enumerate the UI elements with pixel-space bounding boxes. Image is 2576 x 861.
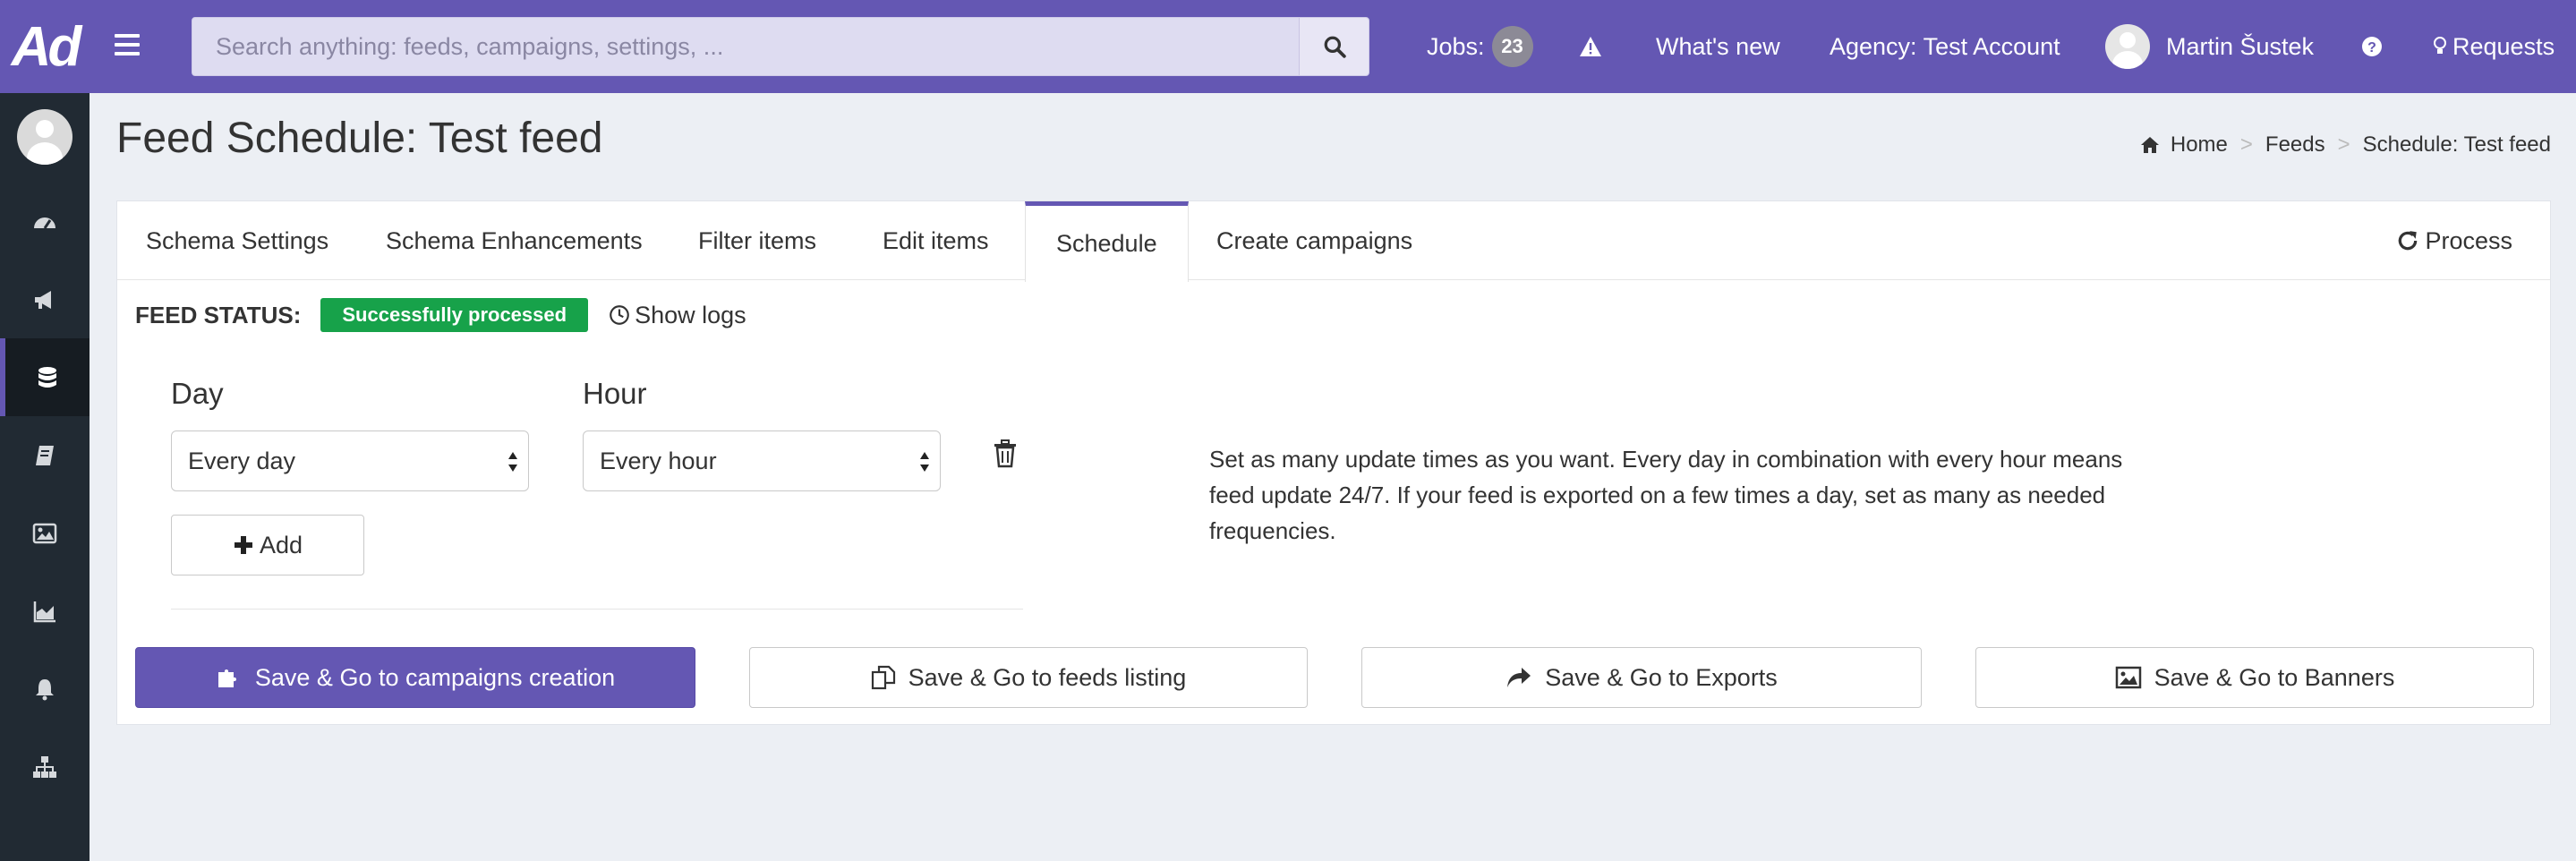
home-icon xyxy=(2140,137,2159,153)
search-button[interactable] xyxy=(1299,18,1369,75)
breadcrumb: Home > Feeds > Schedule: Test feed xyxy=(2140,132,2551,158)
feed-tabs: Schema Settings Schema Enhancements Filt… xyxy=(117,201,2550,282)
lightbulb-icon xyxy=(2434,37,2446,54)
tab-create-campaigns[interactable]: Create campaigns xyxy=(1216,201,1412,280)
breadcrumb-home[interactable]: Home xyxy=(2171,132,2228,158)
select-arrows-icon xyxy=(508,452,517,472)
sidebar-item-banners[interactable] xyxy=(0,494,90,572)
breadcrumb-separator: > xyxy=(2239,132,2253,157)
requests-link[interactable]: Requests xyxy=(2433,0,2555,93)
requests-label: Requests xyxy=(2452,32,2555,60)
question-circle-icon: ? xyxy=(2362,37,2382,56)
search-icon xyxy=(1324,36,1346,58)
clock-icon xyxy=(610,305,629,325)
user-menu[interactable]: Martin Šustek xyxy=(2105,0,2314,93)
feed-status-label: FEED STATUS: xyxy=(135,301,302,328)
trash-icon xyxy=(994,439,1016,468)
megaphone-icon xyxy=(35,290,51,309)
tab-filter-items[interactable]: Filter items xyxy=(698,201,816,280)
breadcrumb-current: Schedule: Test feed xyxy=(2362,132,2551,157)
tab-schedule[interactable]: Schedule xyxy=(1025,201,1189,282)
top-navbar: Ad Jobs: 23 What's new Agency: Test Acco… xyxy=(0,0,2576,93)
image-icon xyxy=(32,523,57,543)
save-go-campaigns-button[interactable]: Save & Go to campaigns creation xyxy=(135,647,695,708)
plus-icon xyxy=(234,536,252,554)
sitemap-icon xyxy=(33,755,56,778)
day-select[interactable]: Every day xyxy=(171,430,529,491)
alerts-button[interactable] xyxy=(1579,0,1602,93)
delete-row-button[interactable] xyxy=(993,439,1018,473)
tab-schema-enhancements[interactable]: Schema Enhancements xyxy=(386,201,643,280)
database-icon xyxy=(38,366,56,388)
day-label: Day xyxy=(171,377,224,410)
select-arrows-icon xyxy=(920,452,929,472)
save-go-exports-button[interactable]: Save & Go to Exports xyxy=(1361,647,1922,708)
tab-edit-items[interactable]: Edit items xyxy=(883,201,989,280)
sidebar-item-feeds[interactable] xyxy=(0,338,90,416)
breadcrumb-separator: > xyxy=(2337,132,2350,157)
tab-schema-settings[interactable]: Schema Settings xyxy=(146,201,328,280)
agency-switcher[interactable]: Agency: Test Account xyxy=(1830,0,2060,93)
save-go-banners-button[interactable]: Save & Go to Banners xyxy=(1975,647,2534,708)
sidebar-item-reports[interactable] xyxy=(0,572,90,650)
sidebar-avatar[interactable] xyxy=(17,109,73,165)
sidebar-item-catalog[interactable] xyxy=(0,416,90,494)
process-label: Process xyxy=(2425,226,2512,254)
area-chart-icon xyxy=(33,601,55,622)
hour-select[interactable]: Every hour xyxy=(583,430,941,491)
save-go-campaigns-label: Save & Go to campaigns creation xyxy=(254,663,616,691)
show-logs-link[interactable]: Show logs xyxy=(608,302,746,329)
sidebar-item-structure[interactable] xyxy=(0,728,90,806)
bell-icon xyxy=(36,678,54,700)
sidebar-item-campaigns[interactable] xyxy=(0,260,90,338)
puzzle-icon xyxy=(218,669,236,687)
hour-label: Hour xyxy=(583,377,647,410)
schedule-card: Schema Settings Schema Enhancements Filt… xyxy=(116,200,2551,725)
sidebar xyxy=(0,93,90,861)
image-icon xyxy=(2115,666,2141,689)
app-logo[interactable]: Ad xyxy=(0,0,90,93)
process-button[interactable]: Process xyxy=(2396,201,2512,280)
add-label: Add xyxy=(259,531,303,558)
refresh-icon xyxy=(2399,231,2418,251)
breadcrumb-feeds[interactable]: Feeds xyxy=(2265,132,2325,158)
svg-text:?: ? xyxy=(2367,40,2376,55)
schedule-help-text: Set as many update times as you want. Ev… xyxy=(1209,446,2123,544)
sidebar-item-notifications[interactable] xyxy=(0,650,90,728)
save-go-feeds-button[interactable]: Save & Go to feeds listing xyxy=(749,647,1308,708)
warning-icon xyxy=(1580,37,1601,56)
page-title: Feed Schedule: Test feed xyxy=(116,115,603,162)
copy-icon xyxy=(871,665,895,690)
help-button[interactable]: ? xyxy=(2361,0,2383,93)
menu-toggle-icon[interactable] xyxy=(115,34,140,57)
whats-new-link[interactable]: What's new xyxy=(1656,0,1780,93)
jobs-count-badge: 23 xyxy=(1491,26,1533,67)
hour-select-value: Every hour xyxy=(600,447,717,474)
status-badge: Successfully processed xyxy=(320,298,589,332)
feed-status: FEED STATUS: Successfully processed Show… xyxy=(135,298,746,332)
jobs-menu[interactable]: Jobs: 23 xyxy=(1427,0,1533,93)
add-schedule-button[interactable]: Add xyxy=(171,515,364,575)
global-search xyxy=(192,17,1369,76)
user-avatar xyxy=(2105,24,2150,69)
search-input[interactable] xyxy=(192,18,1299,75)
book-icon xyxy=(36,445,54,465)
save-go-feeds-label: Save & Go to feeds listing xyxy=(908,663,1187,691)
sidebar-item-dashboard[interactable] xyxy=(0,183,90,260)
share-icon xyxy=(1507,668,1531,687)
save-go-banners-label: Save & Go to Banners xyxy=(2154,663,2395,691)
day-select-value: Every day xyxy=(188,447,296,474)
dashboard-icon xyxy=(34,217,55,229)
user-name: Martin Šustek xyxy=(2166,32,2315,60)
save-go-exports-label: Save & Go to Exports xyxy=(1545,663,1778,691)
jobs-label: Jobs: xyxy=(1427,32,1485,60)
show-logs-label: Show logs xyxy=(635,301,746,328)
divider xyxy=(171,609,1023,610)
